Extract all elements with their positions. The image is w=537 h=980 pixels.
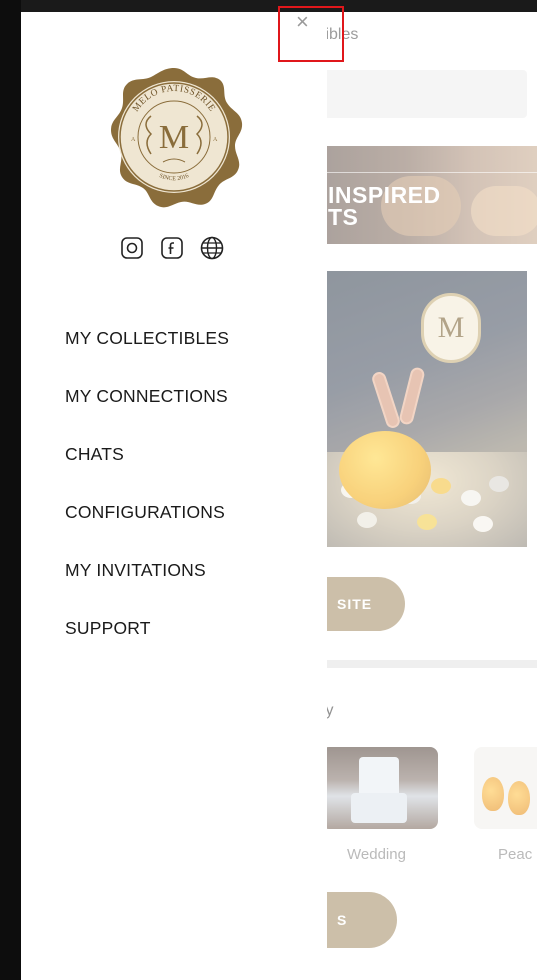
banner-heading-line2: TS — [328, 204, 359, 230]
monogram-chocolate-icon: M — [421, 293, 481, 363]
mini-egg — [461, 490, 481, 506]
facebook-icon[interactable] — [158, 234, 186, 262]
banner-divider-line — [321, 172, 537, 173]
drawer-menu: MY COLLECTIBLES MY CONNECTIONS CHATS CON… — [65, 328, 229, 676]
bunny-ear-right — [398, 366, 426, 426]
social-links — [118, 234, 226, 262]
category-label-wedding: Wedding — [347, 846, 406, 863]
menu-item-my-invitations[interactable]: MY INVITATIONS — [65, 560, 229, 618]
orange-egg-dessert — [339, 431, 431, 509]
melo-patisserie-seal-logo: MELO PATISSERIE SINCE 2016 M A A — [111, 68, 243, 208]
section-divider — [321, 660, 537, 668]
svg-text:A: A — [131, 137, 136, 143]
menu-item-chats[interactable]: CHATS — [65, 444, 229, 502]
menu-item-my-collectibles[interactable]: MY COLLECTIBLES — [65, 328, 229, 386]
featured-dessert-image[interactable]: M — [321, 271, 527, 547]
mini-egg — [431, 478, 451, 494]
menu-item-support[interactable]: SUPPORT — [65, 618, 229, 676]
mini-egg — [357, 512, 377, 528]
menu-item-configurations[interactable]: CONFIGURATIONS — [65, 502, 229, 560]
globe-icon[interactable] — [198, 234, 226, 262]
pear-image — [508, 781, 530, 815]
menu-item-my-connections[interactable]: MY CONNECTIONS — [65, 386, 229, 444]
search-bar[interactable] — [321, 70, 527, 118]
svg-text:A: A — [213, 137, 218, 143]
window-left-edge — [0, 0, 21, 980]
category-thumb-wedding[interactable] — [321, 747, 438, 829]
side-drawer: MELO PATISSERIE SINCE 2016 M A A MY COLL… — [21, 12, 327, 980]
mini-egg — [489, 476, 509, 492]
banner-heading-line1: INSPIRED — [328, 182, 441, 208]
mini-egg — [473, 516, 493, 532]
close-drawer-button[interactable]: × — [278, 6, 344, 62]
svg-text:M: M — [159, 119, 189, 156]
top-bar — [0, 0, 537, 12]
instagram-icon[interactable] — [118, 234, 146, 262]
category-thumb-peach[interactable] — [474, 747, 537, 829]
category-label-peach: Peac — [498, 846, 533, 863]
close-icon: × — [296, 9, 309, 34]
bunny-ear-left — [370, 370, 402, 430]
mini-egg — [417, 514, 437, 530]
pear-image — [482, 777, 504, 811]
